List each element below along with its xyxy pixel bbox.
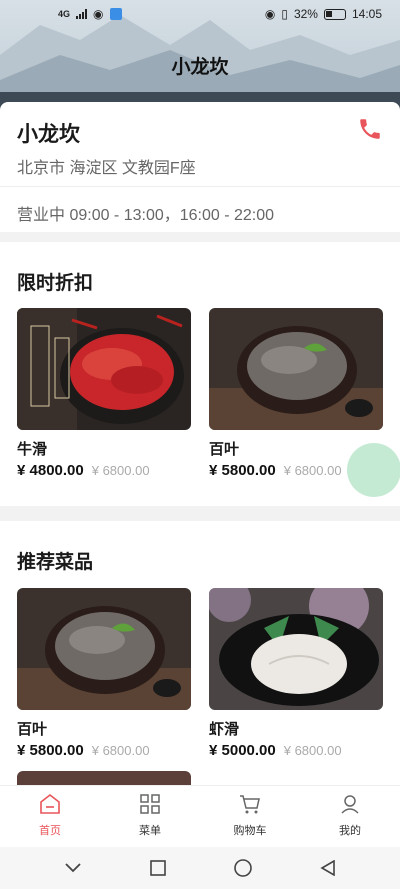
tab-home[interactable]: 首页 (0, 786, 100, 848)
battery-icon (323, 8, 346, 20)
eye-icon: ◉ (264, 7, 276, 21)
cart-icon (240, 795, 260, 814)
dish-price: ¥ 5800.00 ¥ 6800.00 (17, 742, 150, 759)
floating-button[interactable] (347, 443, 400, 497)
menu-grid-icon (140, 794, 160, 814)
user-icon (341, 795, 359, 814)
home-icon (40, 793, 60, 814)
nav-back-icon[interactable] (318, 858, 338, 878)
shop-name: 小龙坎 (17, 123, 80, 146)
dish-name: 百叶 (209, 441, 240, 458)
original-price: ¥ 6800.00 (283, 463, 342, 478)
divider (0, 186, 400, 187)
section-title-discount: 限时折扣 (17, 273, 94, 294)
current-price: ¥ 4800.00 (17, 462, 84, 479)
current-price: ¥ 5000.00 (209, 742, 276, 759)
app-notification-icon (109, 8, 122, 20)
discount-section: 限时折扣 牛滑 ¥ 4800.00 ¥ 6800.00 百叶 ¥ 5800.00… (0, 242, 400, 506)
network-label: 4G (58, 9, 71, 19)
nav-home-icon[interactable] (233, 858, 253, 878)
bottom-tab-bar: 首页 菜单 购物车 我的 (0, 785, 400, 848)
signal-icon (76, 9, 88, 19)
original-price: ¥ 6800.00 (91, 743, 150, 758)
shop-info-card: 小龙坎 北京市 海淀区 文教园F座 营业中 09:00 - 13:00，16:0… (0, 102, 400, 232)
business-hours: 营业中 09:00 - 13:00，16:00 - 22:00 (17, 207, 275, 224)
dish-image-partial (17, 771, 191, 785)
dish-image-tripe[interactable] (17, 588, 191, 710)
dish-card[interactable]: 牛滑 ¥ 4800.00 ¥ 6800.00 (17, 308, 191, 479)
dish-price: ¥ 5800.00 ¥ 6800.00 (209, 462, 342, 479)
dish-name: 虾滑 (209, 721, 240, 738)
tab-label: 购物车 (233, 825, 267, 837)
status-bar: 4G ◉ ◉ ▯ 32% 14:05 (0, 0, 400, 28)
nav-down-icon[interactable] (63, 858, 83, 878)
dish-name: 百叶 (17, 721, 48, 738)
tab-menu[interactable]: 菜单 (100, 786, 200, 848)
dish-image-tripe[interactable] (209, 308, 383, 430)
dish-card[interactable]: 百叶 ¥ 5800.00 ¥ 6800.00 (209, 308, 383, 479)
original-price: ¥ 6800.00 (283, 743, 342, 758)
dish-price: ¥ 5000.00 ¥ 6800.00 (209, 742, 342, 759)
tab-label: 菜单 (139, 825, 161, 837)
original-price: ¥ 6800.00 (91, 463, 150, 478)
tab-label: 我的 (339, 825, 361, 837)
tab-cart[interactable]: 购物车 (200, 786, 300, 848)
clock: 14:05 (351, 7, 382, 21)
dish-image-shrimp-paste[interactable] (209, 588, 383, 710)
tab-profile[interactable]: 我的 (300, 786, 400, 848)
page-title: 小龙坎 (171, 57, 229, 78)
phone-icon[interactable] (357, 116, 383, 142)
dish-price: ¥ 4800.00 ¥ 6800.00 (17, 462, 150, 479)
current-price: ¥ 5800.00 (209, 462, 276, 479)
dish-card[interactable]: 虾滑 ¥ 5000.00 ¥ 6800.00 (209, 588, 383, 759)
dish-name: 牛滑 (17, 441, 48, 458)
vibrate-icon: ▯ (281, 7, 288, 21)
system-nav-bar (0, 847, 400, 889)
nav-recent-icon[interactable] (148, 858, 168, 878)
recommend-section: 推荐菜品 百叶 ¥ 5800.00 ¥ 6800.00 虾滑 ¥ 5000.00… (0, 521, 400, 785)
wifi-icon: ◉ (93, 7, 104, 21)
shop-address: 北京市 海淀区 文教园F座 (17, 160, 196, 177)
dish-image-beef[interactable] (17, 308, 191, 430)
current-price: ¥ 5800.00 (17, 742, 84, 759)
tab-label: 首页 (39, 825, 61, 837)
dish-card[interactable]: 百叶 ¥ 5800.00 ¥ 6800.00 (17, 588, 191, 759)
battery-percent: 32% (293, 7, 318, 21)
section-title-recommend: 推荐菜品 (17, 552, 94, 573)
